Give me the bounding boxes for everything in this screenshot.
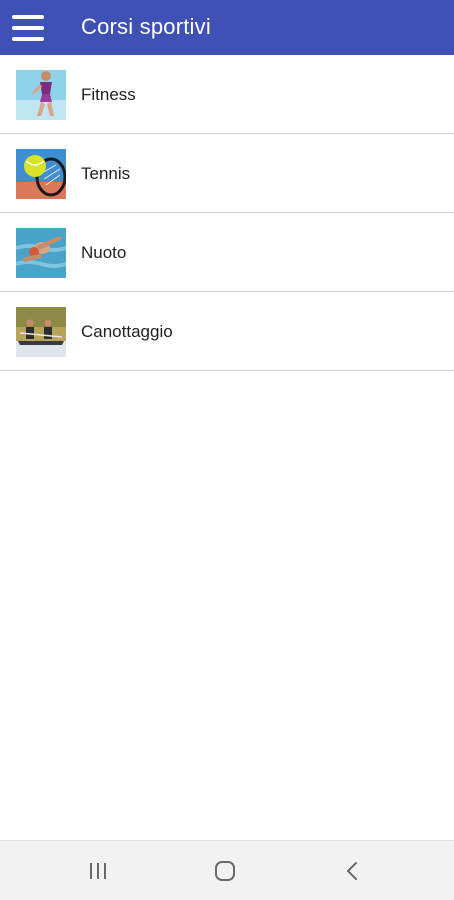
list-item-fitness[interactable]: Fitness (0, 55, 454, 134)
page-title: Corsi sportivi (81, 14, 211, 39)
recents-icon[interactable] (83, 857, 113, 885)
app-bar: Corsi sportivi (0, 0, 454, 55)
list-item-label: Nuoto (81, 243, 127, 262)
course-list: Fitness Tennis Nuoto Canottaggio (0, 55, 454, 371)
list-item-nuoto[interactable]: Nuoto (0, 213, 454, 292)
fitness-thumbnail (16, 70, 66, 120)
list-item-label: Canottaggio (81, 322, 173, 341)
swimming-thumbnail (16, 228, 66, 278)
home-icon[interactable] (210, 857, 240, 885)
list-item-tennis[interactable]: Tennis (0, 134, 454, 213)
list-item-label: Tennis (81, 164, 131, 183)
rowing-thumbnail (16, 307, 66, 357)
back-icon[interactable] (337, 857, 367, 885)
hamburger-menu-icon[interactable] (12, 13, 44, 43)
tennis-thumbnail (16, 149, 66, 199)
list-item-label: Fitness (81, 85, 136, 104)
list-item-canottaggio[interactable]: Canottaggio (0, 292, 454, 371)
system-nav-bar (0, 840, 454, 900)
